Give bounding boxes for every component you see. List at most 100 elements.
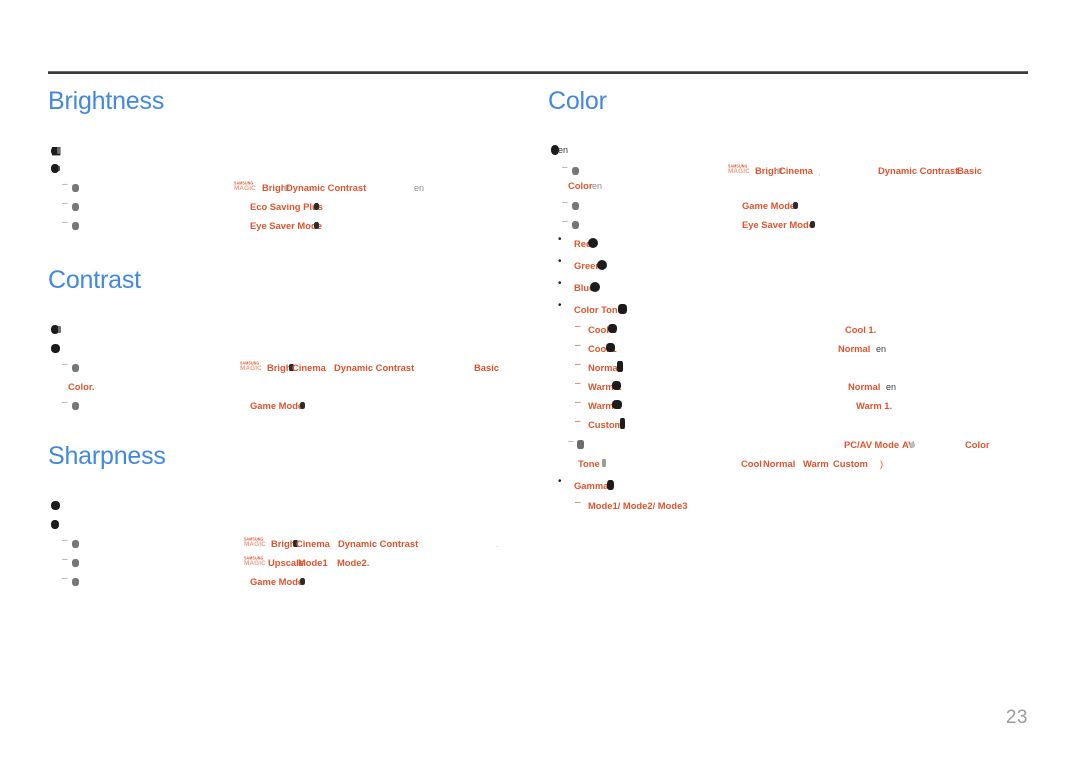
broken-glyph-icon [572,220,579,229]
osd-term-cinema: Cinema [296,537,330,549]
osd-term-color-tone: Color Tone [574,303,623,315]
dash-marker-icon: – [568,435,574,447]
right-column: Color en – SAMSUNG MAGIC Bright Cinema ,… [548,87,1048,510]
broken-glyph-icon [577,439,584,449]
dash-marker-icon: – [62,178,68,190]
text-fragment: en [414,182,425,193]
header-rule [48,71,1028,74]
dash-marker-icon: – [562,196,568,208]
samsung-magic-logo: SAMSUNG MAGIC [244,555,266,567]
endash-marker-icon: – [575,320,581,332]
broken-glyph-icon [572,166,579,175]
osd-term-color: Color [965,438,990,450]
page-title-contrast: Contrast [48,266,141,294]
endash-marker-icon: – [575,415,581,427]
broken-glyph-icon [572,201,579,210]
broken-glyph-icon [72,577,79,586]
dash-marker-icon: – [62,358,68,370]
samsung-magic-logo: SAMSUNG MAGIC [244,536,266,548]
endash-marker-icon: – [575,496,581,508]
osd-term-dynamic-contrast: Dynamic Contrast [286,181,367,193]
page-number: 23 [1005,707,1028,728]
osd-term-pcav-mode: PC/AV Mode [844,438,900,450]
osd-note-warm-1: Warm 1. [856,399,893,411]
dash-marker-icon: – [562,215,568,227]
dash-marker-icon: – [62,197,68,209]
page-title-color: Color [548,87,607,115]
osd-note-normal: Normal [848,380,881,392]
text-fragment: , [818,166,821,177]
endash-marker-icon: – [575,396,581,408]
osd-term-basic: Basic [474,361,500,373]
osd-term-cinema: Cinema [779,164,813,176]
osd-term-tone: Tone [578,457,600,469]
osd-term-mode1: Mode1 [298,556,328,568]
osd-note-normal: Normal [838,342,871,354]
osd-term-game-mode: Game Mode [250,575,304,587]
broken-glyph-icon [72,539,79,548]
section-contrast: Contrast – SAMSUNG MAGIC Bright Cinema D… [48,266,548,431]
osd-note-cool-1: Cool 1. [845,323,877,335]
page-title-brightness: Brightness [48,87,165,115]
bullet-marker-icon: • [558,233,562,245]
contrast-body: – SAMSUNG MAGIC Bright Cinema Dynamic Co… [48,321,548,431]
osd-option-gamma-modes: Mode1/ Mode2/ Mode3 [588,499,688,511]
osd-term-basic: Basic [957,164,983,176]
paren-close: ) [880,457,884,469]
note-glyph-icon [51,519,59,529]
osd-term-game-mode: Game Mode [742,199,796,211]
osd-term-color: Color. [68,380,95,392]
text-fragment: en [876,343,887,354]
dash-marker-icon: – [562,161,568,173]
broken-glyph-icon [72,183,79,192]
samsung-magic-logo: SAMSUNG MAGIC [234,180,256,192]
note-glyph-icon [51,500,60,510]
osd-option-normal: Normal [763,457,796,469]
osd-option-normal: Normal [588,361,621,373]
broken-glyph-icon [72,202,79,211]
sharpness-body: – SAMSUNG MAGIC Bright Cinema Dynamic Co… [48,497,548,607]
osd-term-cinema: Cinema [292,361,326,373]
osd-term-eco-saving-plus: Eco Saving Plus [250,200,323,212]
bullet-marker-icon: • [558,255,562,267]
text-fragment: en [592,180,603,191]
bullet-marker-icon: • [558,277,562,289]
osd-term-dynamic-contrast: Dynamic Contrast [878,164,959,176]
brightness-body: ■ – SAMSUNG MAGIC Bright [48,142,548,252]
text-fragment: . [496,538,499,549]
osd-term-eye-saver-mode: Eye Saver Mode [250,219,322,231]
endash-marker-icon: – [575,358,581,370]
broken-glyph-icon [72,221,79,230]
dash-marker-icon: – [62,553,68,565]
manual-page: Brightness ■ – SAMSUNG MAGIC [0,0,1080,763]
endash-marker-icon: – [575,377,581,389]
note-glyph-icon [51,343,60,353]
section-brightness: Brightness ■ – SAMSUNG MAGIC [48,87,548,252]
osd-term-eye-saver-mode: Eye Saver Mode [742,218,814,230]
text-fragment: en [558,144,569,155]
dash-marker-icon: – [62,216,68,228]
osd-term-game-mode: Game Mode [250,399,304,411]
osd-option-cool: Cool [741,457,762,469]
dash-marker-icon: – [62,396,68,408]
broken-glyph-icon [72,401,79,410]
endash-marker-icon: – [575,339,581,351]
dash-marker-icon: – [62,534,68,546]
samsung-magic-logo: SAMSUNG MAGIC [240,360,262,372]
osd-term-dynamic-contrast: Dynamic Contrast [338,537,419,549]
text-fragment: en [886,381,897,392]
osd-term-mode2: Mode2. [337,556,370,568]
broken-glyph-icon [72,558,79,567]
samsung-magic-logo: SAMSUNG MAGIC [728,163,750,175]
bullet-marker-icon: • [558,299,562,311]
section-sharpness: Sharpness – SAMSUNG MAGIC Bright Cinema … [48,442,548,607]
osd-term-dynamic-contrast: Dynamic Contrast [334,361,415,373]
osd-option-custom: Custom [833,457,868,469]
osd-option-custom: Custom [588,418,623,430]
broken-glyph-icon [72,363,79,372]
osd-term-gamma: Gamma [574,479,609,491]
page-title-sharpness: Sharpness [48,442,166,470]
dash-marker-icon: – [62,572,68,584]
osd-term-color: Color [568,179,593,191]
bullet-marker-icon: • [558,475,562,487]
